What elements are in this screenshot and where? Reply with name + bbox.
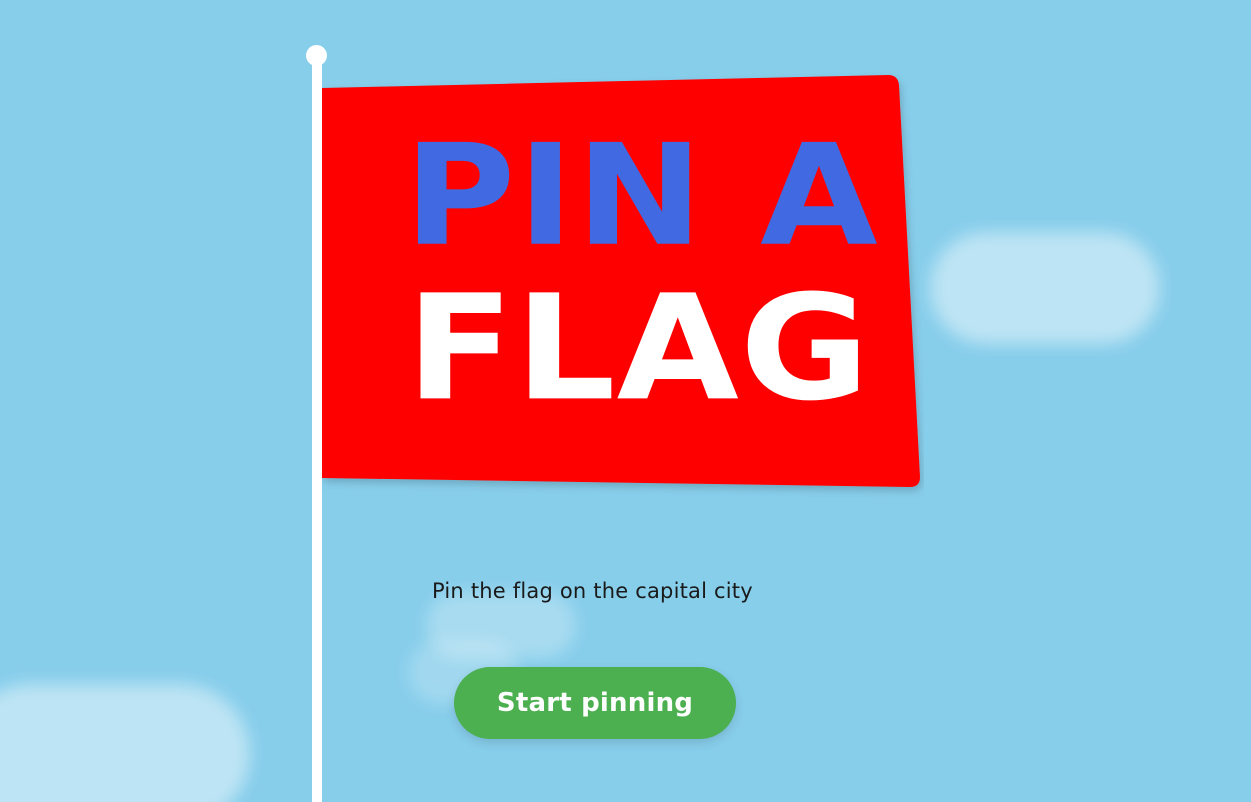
title-flag: PIN A FLAG [322, 0, 924, 500]
flag-pole [312, 60, 322, 802]
title-line-2: FLAG [406, 264, 871, 434]
title-line-1: PIN A [404, 114, 880, 277]
cloud [0, 684, 250, 802]
subtitle: Pin the flag on the capital city [432, 579, 753, 603]
cloud [930, 232, 1160, 344]
start-pinning-button[interactable]: Start pinning [454, 667, 736, 739]
